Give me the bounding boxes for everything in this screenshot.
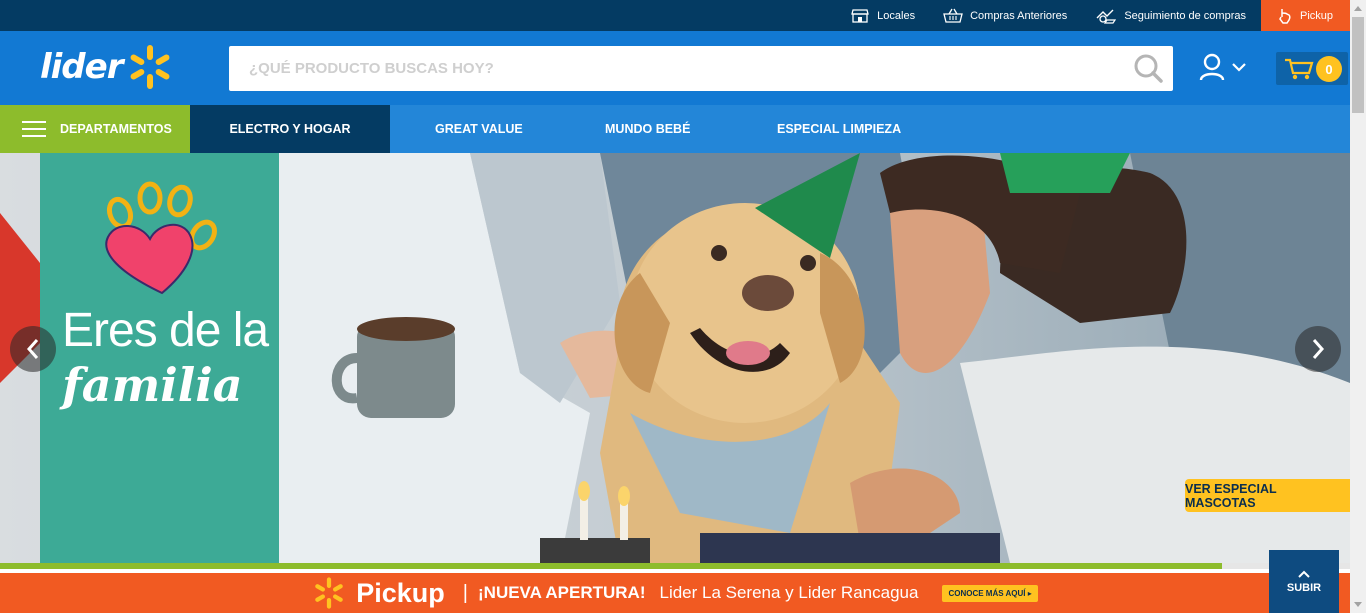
scroll-up-arrow[interactable] <box>1350 0 1366 16</box>
pickup-hand-icon <box>1279 8 1291 24</box>
locales-link[interactable]: Locales <box>850 8 915 24</box>
banner-headline: ¡NUEVA APERTURA! <box>478 583 646 602</box>
search-icon <box>1134 54 1163 83</box>
cart-button[interactable]: 0 <box>1276 52 1348 85</box>
account-menu[interactable] <box>1199 53 1246 81</box>
hamburger-icon <box>22 121 46 137</box>
spark-logo-icon <box>131 45 170 89</box>
store-icon <box>851 8 870 23</box>
carousel-prev-button[interactable] <box>10 326 56 372</box>
logo-text: lider <box>40 47 123 87</box>
scroll-to-top-button[interactable]: SUBIR <box>1269 550 1339 613</box>
utility-links: Locales Compras Anteriores Seguimiento d… <box>850 0 1246 31</box>
scroll-down-arrow[interactable] <box>1350 597 1366 613</box>
scroll-down-icon <box>1354 602 1362 607</box>
departments-button[interactable]: DEPARTAMENTOS <box>0 105 190 153</box>
page: Locales Compras Anteriores Seguimiento d… <box>0 0 1366 613</box>
seguimiento-label: Seguimiento de compras <box>1124 9 1246 22</box>
banner-brand: Pickup <box>356 577 445 608</box>
spark-icon <box>315 577 344 609</box>
search-input[interactable] <box>229 46 1109 91</box>
seguimiento-link[interactable]: Seguimiento de compras <box>1095 8 1246 24</box>
banner-text: Lider La Serena y Lider Rancagua <box>659 583 919 602</box>
nav-item-electro-y-hogar[interactable]: ELECTRO Y HOGAR <box>190 105 390 153</box>
chevron-right-icon <box>1312 339 1325 359</box>
scroll-thumb[interactable] <box>1352 17 1364 113</box>
promo-title: Eres de la <box>62 304 269 357</box>
carousel-progress-fill <box>0 563 1222 569</box>
cart-icon <box>1285 58 1314 80</box>
chevron-left-icon <box>26 339 39 359</box>
promo-subtitle: familia <box>62 358 243 412</box>
departments-label: DEPARTAMENTOS <box>60 122 172 136</box>
carousel-progress-bar <box>0 563 1350 569</box>
carousel-next-button[interactable] <box>1295 326 1341 372</box>
compras-anteriores-label: Compras Anteriores <box>970 9 1068 22</box>
utility-bar: Locales Compras Anteriores Seguimiento d… <box>0 0 1350 31</box>
banner-separator: | <box>462 581 468 604</box>
pickup-top-label: Pickup <box>1299 9 1334 22</box>
nav-item-especial-limpieza[interactable]: ESPECIAL LIMPIEZA <box>777 105 901 153</box>
page-scrollbar[interactable] <box>1350 0 1366 613</box>
chevron-up-icon <box>1298 570 1310 578</box>
locales-label: Locales <box>877 9 916 22</box>
subir-label: SUBIR <box>1286 581 1322 594</box>
chevron-down-icon <box>1232 63 1246 72</box>
header: lider ¿QUÉ PRODUCTO BUSCAS HOY? 0 <box>0 31 1350 105</box>
lider-logo[interactable]: lider <box>40 44 174 90</box>
scroll-up-icon <box>1354 6 1362 11</box>
main-nav: DEPARTAMENTOS ELECTRO Y HOGAR GREAT VALU… <box>0 105 1350 153</box>
cart-count-badge: 0 <box>1316 56 1342 82</box>
tracking-icon <box>1096 9 1117 24</box>
search-bar <box>229 46 1173 91</box>
pickup-promo-banner[interactable]: Pickup | ¡NUEVA APERTURA! Lider La Seren… <box>0 573 1350 613</box>
ver-especial-mascotas-button[interactable]: VER ESPECIAL MASCOTAS <box>1185 479 1350 512</box>
compras-anteriores-link[interactable]: Compras Anteriores <box>943 8 1067 24</box>
paw-heart-icon <box>105 181 217 295</box>
promo-panel[interactable]: Eres de la familia <box>40 153 279 563</box>
nav-item-great-value[interactable]: GREAT VALUE <box>435 105 523 153</box>
nav-item-mundo-bebe[interactable]: MUNDO BEBÉ <box>605 105 690 153</box>
search-button[interactable] <box>1131 53 1167 85</box>
basket-icon <box>943 8 963 23</box>
conoce-mas-button[interactable]: CONOCE MÁS AQUÍ ▸ <box>942 584 1038 602</box>
pickup-top-button[interactable]: Pickup <box>1261 0 1350 31</box>
hero-carousel: Eres de la familia VER ESPECIAL MASCOTAS <box>0 153 1350 569</box>
user-icon <box>1199 53 1225 81</box>
